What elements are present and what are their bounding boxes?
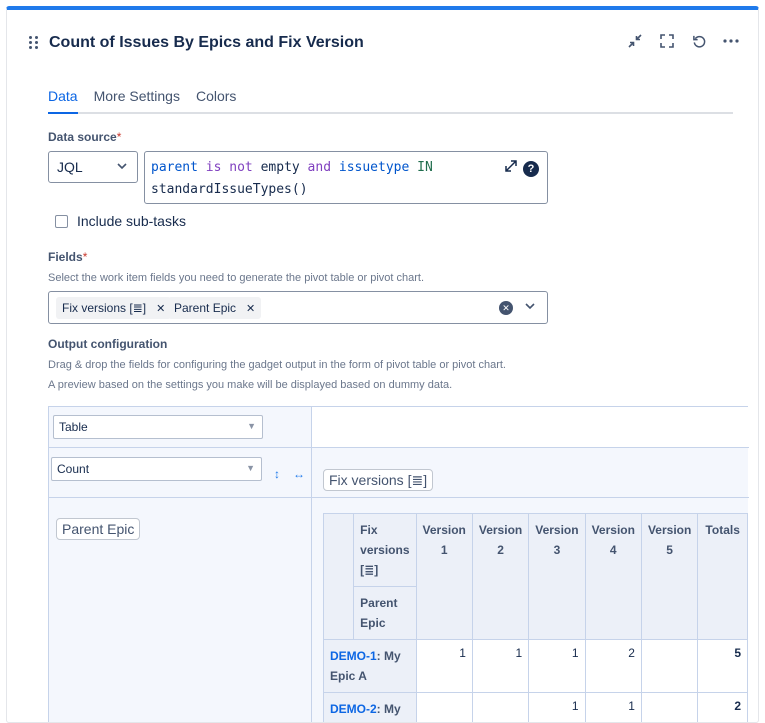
output-helper-1: Drag & drop the fields for configuring t… bbox=[48, 359, 506, 371]
pivot-row-label: DEMO-1: My Epic A bbox=[323, 639, 417, 693]
required-mark: * bbox=[82, 250, 88, 264]
divider bbox=[49, 497, 749, 498]
output-helper-2: A preview based on the settings you make… bbox=[48, 379, 453, 391]
chip-fix-versions: Fix versions [≣] ✕ bbox=[56, 297, 172, 319]
query-token: parent bbox=[151, 160, 198, 175]
pivot-row-label: DEMO-2: My Epic B bbox=[323, 692, 417, 722]
fullscreen-icon[interactable] bbox=[658, 32, 676, 50]
output-config-label: Output configuration bbox=[48, 337, 168, 351]
pivot-table: Fix versions [≣] Version 1 Version 2 Ver… bbox=[322, 513, 748, 722]
table-row: DEMO-2: My Epic B 1 1 2 bbox=[323, 692, 748, 722]
pivot-cell: 2 bbox=[584, 639, 642, 693]
aggregator-value: Count bbox=[57, 462, 90, 476]
pivot-empty-corner bbox=[322, 513, 355, 640]
table-row: DEMO-1: My Epic A 1 1 1 2 5 bbox=[323, 639, 748, 693]
pivot-col-header-field: Fix versions [≣] bbox=[353, 513, 417, 587]
pivot-col-header: Version 1 bbox=[415, 513, 473, 640]
epic-key-link[interactable]: DEMO-1 bbox=[330, 649, 377, 663]
chip-parent-epic: Parent Epic ✕ bbox=[168, 297, 262, 319]
chevron-down-icon[interactable] bbox=[525, 299, 535, 316]
data-source-label: Data source* bbox=[48, 130, 121, 144]
row-field-pill[interactable]: Parent Epic bbox=[56, 518, 141, 540]
pivot-cell: 1 bbox=[584, 692, 642, 722]
renderer-value: Table bbox=[59, 420, 88, 434]
tab-more-settings[interactable]: More Settings bbox=[94, 88, 180, 112]
pivot-cell: 1 bbox=[415, 639, 473, 693]
drag-handle-icon[interactable] bbox=[29, 36, 41, 52]
pivot-col-header: Version 5 bbox=[640, 513, 699, 640]
pivot-cell: 1 bbox=[528, 692, 586, 722]
pivot-total-cell: 2 bbox=[697, 692, 748, 722]
pivot-total-cell: 5 bbox=[697, 639, 748, 693]
include-subtasks-checkbox[interactable] bbox=[55, 215, 68, 228]
remove-chip-icon[interactable]: ✕ bbox=[246, 302, 255, 315]
sort-rows-icon[interactable]: ↕ bbox=[274, 467, 280, 481]
pivot-cell bbox=[415, 692, 473, 722]
refresh-icon[interactable] bbox=[690, 32, 708, 50]
settings-tabs: Data More Settings Colors bbox=[48, 88, 733, 114]
aggregator-select[interactable]: Count ▼ bbox=[51, 457, 262, 481]
epic-key-link[interactable]: DEMO-2 bbox=[330, 702, 377, 716]
renderer-select[interactable]: Table ▼ bbox=[53, 415, 263, 439]
collapse-icon[interactable] bbox=[626, 32, 644, 50]
chip-label: Parent Epic bbox=[174, 301, 237, 315]
query-line-1: parent is not empty and issuetype IN bbox=[151, 157, 541, 179]
query-token: empty bbox=[252, 160, 300, 175]
chip-label: Fix versions [≣] bbox=[62, 301, 147, 315]
pivot-col-header: Version 4 bbox=[584, 513, 642, 640]
divider bbox=[311, 407, 312, 722]
pivot-preview: Table ▼ Count ▼ ↕ ↔ Fix versions [≣] Par… bbox=[48, 406, 749, 722]
pivot-row-header-field: Parent Epic bbox=[353, 586, 417, 640]
fields-label-text: Fields bbox=[48, 250, 83, 264]
help-icon[interactable]: ? bbox=[523, 161, 539, 177]
data-source-type-select[interactable]: JQL bbox=[48, 151, 138, 183]
tab-colors[interactable]: Colors bbox=[196, 88, 236, 112]
gadget-card: Count of Issues By Epics and Fix Version… bbox=[6, 6, 759, 723]
include-subtasks-label: Include sub-tasks bbox=[77, 213, 186, 229]
pivot-cell bbox=[640, 692, 699, 722]
pivot-cell: 1 bbox=[471, 639, 530, 693]
data-source-label-text: Data source bbox=[48, 130, 117, 144]
pivot-cell bbox=[471, 692, 530, 722]
jql-query-editor[interactable]: parent is not empty and issuetype IN sta… bbox=[144, 151, 548, 204]
required-mark: * bbox=[116, 130, 122, 144]
expand-editor-icon[interactable] bbox=[505, 158, 517, 180]
query-line-2: standardIssueTypes() bbox=[151, 182, 308, 197]
gadget-header: Count of Issues By Epics and Fix Version bbox=[7, 10, 758, 70]
data-source-type-value: JQL bbox=[57, 159, 83, 175]
divider bbox=[49, 447, 749, 448]
query-token: IN bbox=[409, 160, 433, 175]
pivot-cell: 1 bbox=[528, 639, 586, 693]
triangle-down-icon: ▼ bbox=[247, 421, 256, 431]
query-token: not bbox=[221, 160, 253, 175]
fields-helper-text: Select the work item fields you need to … bbox=[48, 272, 425, 284]
pivot-col-header: Version 2 bbox=[471, 513, 530, 640]
fields-multiselect[interactable]: Fix versions [≣] ✕ Parent Epic ✕ ✕ bbox=[48, 291, 548, 324]
col-field-pill[interactable]: Fix versions [≣] bbox=[323, 469, 434, 491]
fields-label: Fields* bbox=[48, 250, 87, 264]
remove-chip-icon[interactable]: ✕ bbox=[156, 302, 165, 315]
gadget-title: Count of Issues By Epics and Fix Version bbox=[49, 34, 364, 51]
clear-all-icon[interactable]: ✕ bbox=[499, 301, 513, 315]
column-drop-area-top bbox=[312, 407, 749, 447]
tab-data[interactable]: Data bbox=[48, 88, 78, 114]
pivot-cell bbox=[640, 639, 699, 693]
sort-cols-icon[interactable]: ↔ bbox=[293, 467, 305, 481]
query-token: issuetype bbox=[331, 160, 410, 175]
triangle-down-icon: ▼ bbox=[246, 463, 255, 473]
pivot-col-header: Version 3 bbox=[528, 513, 586, 640]
chevron-down-icon bbox=[117, 159, 127, 176]
query-token: and bbox=[299, 160, 332, 175]
pivot-col-header-totals: Totals bbox=[697, 513, 748, 640]
query-token: is bbox=[197, 160, 222, 175]
more-icon[interactable] bbox=[722, 32, 740, 50]
